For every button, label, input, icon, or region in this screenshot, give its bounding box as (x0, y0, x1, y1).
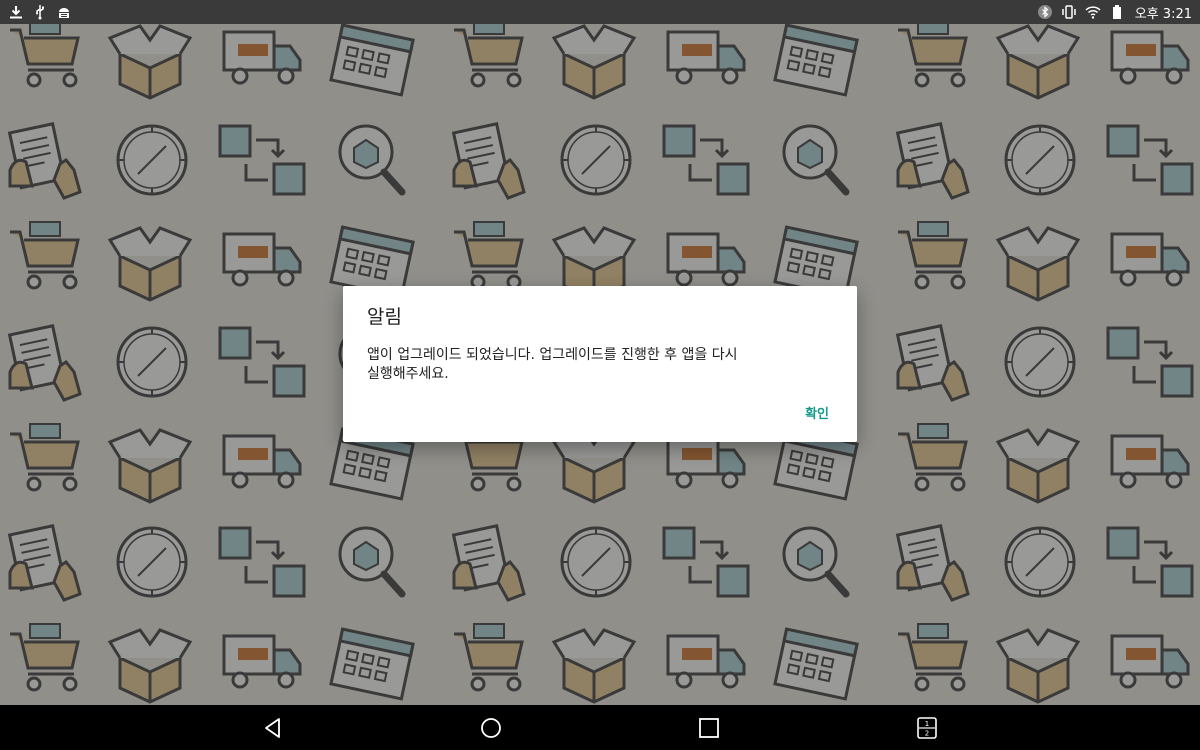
back-icon (265, 718, 280, 738)
recents-icon (699, 718, 719, 738)
home-icon (481, 718, 501, 738)
dialog-title: 알림 (367, 306, 402, 328)
status-right: 오후 3:21 (1037, 3, 1192, 22)
bluetooth-icon (1037, 4, 1053, 20)
wifi-icon (1085, 4, 1101, 20)
status-bar: 오후 3:21 (0, 0, 1200, 24)
navigation-bar: 1 2 (0, 705, 1200, 750)
back-button[interactable] (261, 716, 285, 740)
alert-dialog: 알림 앱이 업그레이드 되었습니다. 업그레이드를 진행한 후 앱을 다시 실행… (343, 286, 857, 442)
status-left (8, 4, 72, 20)
split-screen-icon: 1 2 (917, 717, 937, 739)
home-button[interactable] (479, 716, 503, 740)
vibrate-icon (1061, 4, 1077, 20)
status-time: 오후 3:21 (1134, 6, 1192, 22)
android-debug-icon (56, 4, 72, 20)
download-icon (8, 4, 24, 20)
usb-icon (32, 4, 48, 20)
split-bottom-label: 2 (925, 730, 929, 738)
split-screen-button[interactable]: 1 2 (915, 716, 939, 740)
split-top-label: 1 (925, 720, 929, 728)
battery-icon (1109, 4, 1125, 20)
recents-button[interactable] (697, 716, 721, 740)
dialog-message: 앱이 업그레이드 되었습니다. 업그레이드를 진행한 후 앱을 다시 실행해주세… (367, 347, 738, 382)
confirm-button[interactable]: 확인 (805, 403, 829, 422)
screen: 오후 3:21 알림 앱이 업그레이드 되었습니다. 업그레이드를 진행한 후 … (0, 0, 1200, 750)
